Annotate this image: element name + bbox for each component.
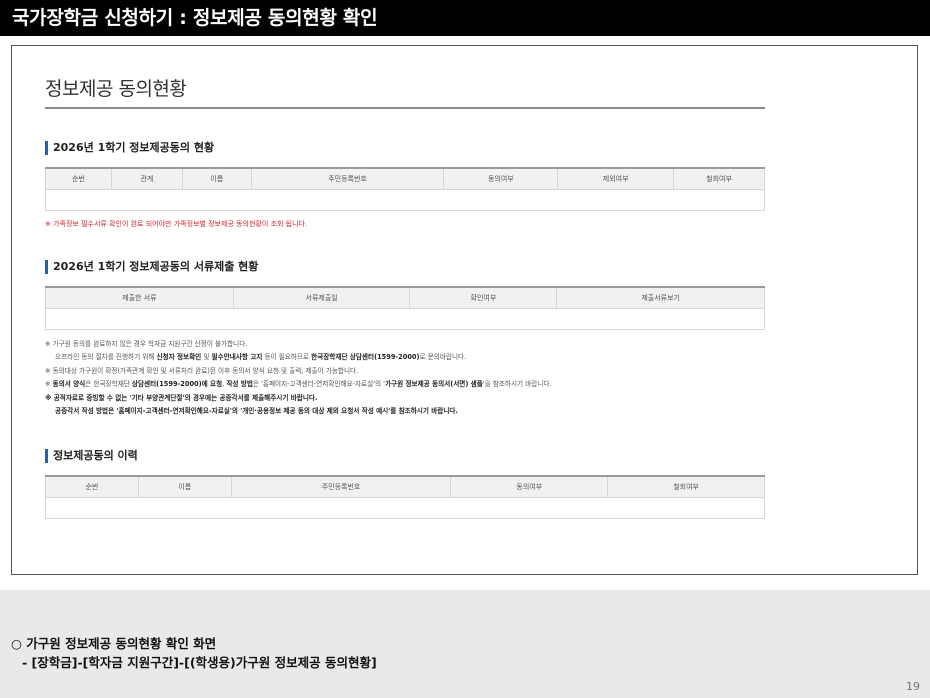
consent-history-table: 순번 이름 주민등록번호 동의여부 철회여부 (45, 475, 765, 519)
page-number: 19 (906, 680, 920, 693)
col-submitted-document: 제출한 서류 (45, 286, 234, 309)
col-resident-number: 주민등록번호 (250, 167, 445, 190)
consent-status-screen: 정보제공 동의현황 2026년 1학기 정보제공동의 현황 순번 관계 이름 주… (11, 45, 918, 575)
document-submission-table: 제출한 서류 서류제출일 확인여부 제출서류보기 (45, 286, 765, 330)
table-header-row: 순번 관계 이름 주민등록번호 동의여부 제외여부 철회여부 (45, 167, 765, 190)
family-info-notice: ※ 가족정보 필수서류 확인이 완료 되어야만 가족정보별 정보제공 동의현황이… (45, 220, 308, 228)
col-excluded: 제외여부 (557, 167, 675, 190)
note-consent-required: ※ 가구원 동의를 완료하지 않은 경우 학자금 지원구간 산정이 불가합니다. (45, 340, 248, 348)
table-empty-row (45, 496, 765, 519)
col-name: 이름 (181, 167, 252, 190)
caption-title: ○ 가구원 정보제공 동의현황 확인 화면 (11, 636, 217, 651)
note-notarized-method: 공증각서 작성 방법은 '홈페이지-고객센터-연저확인해요-자료실'의 '개인·… (55, 407, 458, 416)
page-title: 정보제공 동의현황 (45, 78, 187, 100)
section-heading-consent-status: 2026년 1학기 정보제공동의 현황 (45, 141, 214, 155)
col-seq: 순번 (45, 475, 139, 498)
section-heading-consent-history: 정보제공동의 이력 (45, 449, 138, 463)
col-submission-date: 서류제출일 (232, 286, 411, 309)
table-empty-row (45, 307, 765, 330)
note-consent-form-request: ※ 동의서 양식은 한국장학재단 상담센터(1599-2000)에 요청, 작성… (45, 380, 552, 389)
note-consent-form-availability: ※ 동의대상 가구원이 확정(가족관계 확인 및 서류처리 완료)된 이후 동의… (45, 366, 359, 375)
title-divider (45, 107, 765, 109)
section-heading-document-status: 2026년 1학기 정보제공동의 서류제출 현황 (45, 260, 258, 274)
guidance-notes: ※ 가구원 동의를 완료하지 않은 경우 학자금 지원구간 산정이 불가합니다.… (45, 338, 785, 418)
consent-status-table: 순번 관계 이름 주민등록번호 동의여부 제외여부 철회여부 (45, 167, 765, 211)
slide-title: 국가장학금 신청하기 : 정보제공 동의현황 확인 (0, 0, 930, 36)
note-notarized-statement: ※ 공적자료로 증빙할 수 없는 '기타 부양관계단절'의 경우에는 공증각서를… (45, 393, 318, 402)
col-resident-number: 주민등록번호 (230, 475, 452, 498)
note-offline-consent: 오프라인 동의 절차를 진행하기 위해 신청자 정보확인 및 필수안내사항 고지… (55, 353, 467, 362)
col-consent: 동의여부 (443, 167, 559, 190)
col-confirmed: 확인여부 (409, 286, 558, 309)
col-view-document: 제출서류보기 (556, 286, 765, 309)
col-withdrawn: 철회여부 (607, 475, 765, 498)
caption-menu-path: - [장학금]-[학자금 지원구간]-[(학생용)가구원 정보제공 동의현황] (22, 655, 377, 670)
col-consent: 동의여부 (450, 475, 609, 498)
table-header-row: 제출한 서류 서류제출일 확인여부 제출서류보기 (45, 286, 765, 309)
table-empty-row (45, 188, 765, 211)
col-seq: 순번 (45, 167, 112, 190)
col-name: 이름 (137, 475, 232, 498)
col-withdrawn: 철회여부 (673, 167, 765, 190)
table-header-row: 순번 이름 주민등록번호 동의여부 철회여부 (45, 475, 765, 498)
col-relation: 관계 (110, 167, 183, 190)
